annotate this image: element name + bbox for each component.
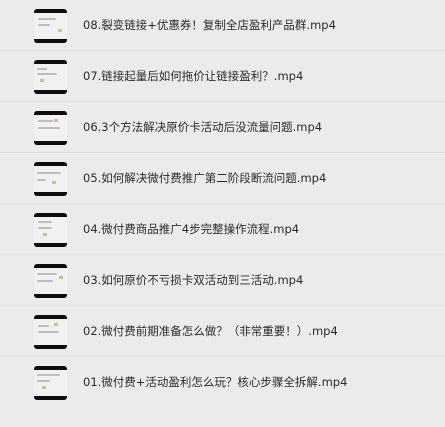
file-name: 08.裂变链接+优惠券！复制全店盈利产品群.mp4 xyxy=(83,18,336,32)
file-row[interactable]: 03.如何原价不亏损卡双活动到三活动.mp4 xyxy=(0,255,445,306)
file-row[interactable]: 08.裂变链接+优惠券！复制全店盈利产品群.mp4 xyxy=(0,0,445,51)
file-name: 03.如何原价不亏损卡双活动到三活动.mp4 xyxy=(83,273,304,287)
file-row[interactable]: 07.链接起量后如何拖价让链接盈利？.mp4 xyxy=(0,51,445,102)
video-thumbnail-icon xyxy=(34,111,67,145)
video-thumbnail-icon xyxy=(34,60,67,94)
video-thumbnail-icon xyxy=(34,162,67,196)
file-row[interactable]: 01.微付费+活动盈利怎么玩？核心步骤全拆解.mp4 xyxy=(0,357,445,408)
file-row[interactable]: 06.3个方法解决原价卡活动后没流量问题.mp4 xyxy=(0,102,445,153)
video-thumbnail-icon xyxy=(34,264,67,298)
file-row[interactable]: 05.如何解决微付费推广第二阶段断流问题.mp4 xyxy=(0,153,445,204)
file-name: 02.微付费前期准备怎么做？（非常重要！）.mp4 xyxy=(83,324,338,338)
file-name: 05.如何解决微付费推广第二阶段断流问题.mp4 xyxy=(83,171,327,185)
file-name: 01.微付费+活动盈利怎么玩？核心步骤全拆解.mp4 xyxy=(83,375,348,389)
file-name: 06.3个方法解决原价卡活动后没流量问题.mp4 xyxy=(83,120,323,134)
video-thumbnail-icon xyxy=(34,366,67,400)
video-thumbnail-icon xyxy=(34,9,67,43)
file-row[interactable]: 04.微付费商品推广4步完整操作流程.mp4 xyxy=(0,204,445,255)
file-list: 08.裂变链接+优惠券！复制全店盈利产品群.mp4 07.链接起量后如何拖价让链… xyxy=(0,0,445,427)
video-thumbnail-icon xyxy=(34,315,67,349)
video-thumbnail-icon xyxy=(34,213,67,247)
file-name: 07.链接起量后如何拖价让链接盈利？.mp4 xyxy=(83,69,304,83)
file-name: 04.微付费商品推广4步完整操作流程.mp4 xyxy=(83,222,300,236)
file-row[interactable]: 02.微付费前期准备怎么做？（非常重要！）.mp4 xyxy=(0,306,445,357)
